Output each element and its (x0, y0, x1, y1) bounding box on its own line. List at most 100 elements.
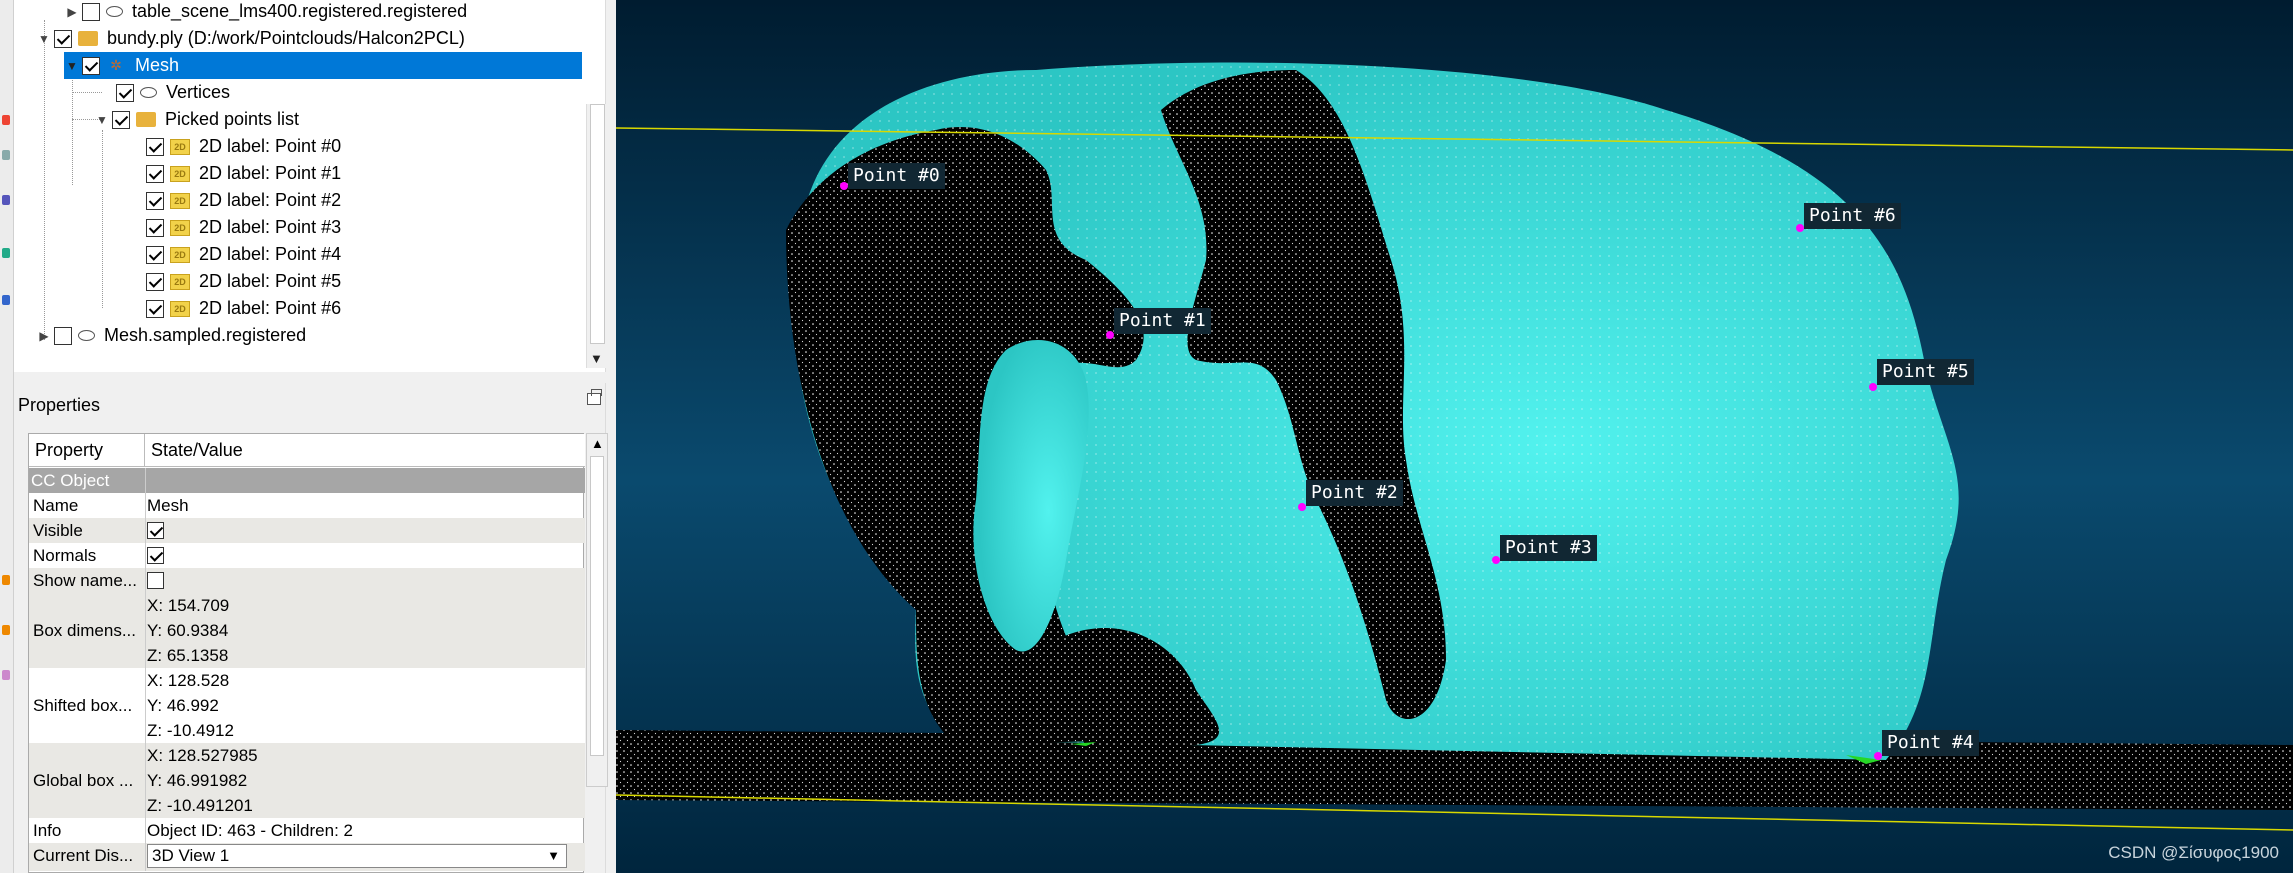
point-marker[interactable] (1298, 503, 1306, 511)
tree-item-point-label[interactable]: 2D 2D label: Point #6 (144, 295, 344, 322)
point-marker[interactable] (840, 182, 848, 190)
3d-viewport[interactable]: Point #0 Point #1 Point #2 Point #3 Poin… (616, 0, 2293, 873)
point-label[interactable]: Point #5 (1877, 359, 1974, 385)
shifted-x: X: 128.528 (147, 671, 230, 690)
point-marker[interactable] (1869, 383, 1877, 391)
property-row-box-dimensions: Box dimens... X: 154.709 Y: 60.9384 Z: 6… (29, 593, 585, 668)
properties-scrollbar[interactable]: ▲ (586, 433, 608, 787)
property-key: Info (33, 821, 62, 840)
visibility-checkbox[interactable] (146, 299, 164, 318)
toolbar-tool-icon[interactable] (2, 625, 10, 635)
property-row-name[interactable]: Name Mesh (29, 493, 585, 518)
visibility-checkbox[interactable] (54, 326, 72, 345)
folder-icon (78, 31, 98, 46)
tree-item-table-scene[interactable]: ▶ table_scene_lms400.registered.register… (64, 0, 470, 25)
normals-checkbox[interactable] (147, 547, 164, 564)
scroll-up-icon[interactable]: ▲ (591, 436, 604, 451)
tree-item-label: 2D label: Point #2 (199, 190, 342, 210)
point-marker[interactable] (1492, 556, 1500, 564)
left-toolbar[interactable] (0, 0, 14, 873)
visible-checkbox[interactable] (147, 522, 164, 539)
expand-arrow-icon[interactable]: ▶ (36, 329, 52, 343)
tree-item-label: Mesh.sampled.registered (104, 325, 307, 345)
column-header-property[interactable]: Property (29, 434, 145, 467)
tree-item-bundy-ply[interactable]: ▼ bundy.ply (D:/work/Pointclouds/Halcon2… (36, 25, 468, 52)
property-row-global-box: Global box ... X: 128.527985 Y: 46.99198… (29, 743, 585, 818)
visibility-checkbox[interactable] (146, 218, 164, 237)
point-marker[interactable] (1796, 224, 1804, 232)
visibility-checkbox[interactable] (116, 83, 134, 102)
global-y: Y: 46.991982 (147, 771, 248, 790)
scrollbar-thumb[interactable] (590, 104, 605, 344)
point-label[interactable]: Point #1 (1114, 308, 1211, 334)
collapse-arrow-icon[interactable]: ▼ (64, 59, 80, 73)
tree-item-point-label[interactable]: 2D 2D label: Point #2 (144, 187, 344, 214)
toolbar-tool-icon[interactable] (2, 575, 10, 585)
tree-item-point-label[interactable]: 2D 2D label: Point #5 (144, 268, 344, 295)
tree-item-mesh[interactable]: ▼ ✲ Mesh (64, 52, 582, 79)
tree-item-point-label[interactable]: 2D 2D label: Point #0 (144, 133, 344, 160)
column-header-value[interactable]: State/Value (145, 434, 585, 467)
property-row-normals[interactable]: Normals (29, 543, 585, 568)
tree-item-vertices[interactable]: Vertices (114, 79, 233, 106)
property-key: Visible (33, 521, 83, 540)
section-cc-object: CC Object (29, 468, 585, 493)
toolbar-tool-icon[interactable] (2, 115, 10, 125)
visibility-checkbox[interactable] (146, 272, 164, 291)
toolbar-tool-icon[interactable] (2, 150, 10, 160)
point-marker[interactable] (1874, 752, 1882, 760)
folder-icon (136, 112, 156, 127)
expand-arrow-icon[interactable]: ▶ (64, 5, 80, 19)
visibility-checkbox[interactable] (146, 137, 164, 156)
current-display-select[interactable]: 3D View 1 ▼ (147, 844, 567, 868)
property-key: Global box ... (33, 771, 134, 790)
point-marker[interactable] (1106, 331, 1114, 339)
visibility-checkbox[interactable] (146, 191, 164, 210)
visibility-checkbox[interactable] (82, 56, 100, 75)
point-label[interactable]: Point #6 (1804, 203, 1901, 229)
collapse-arrow-icon[interactable]: ▼ (94, 113, 110, 127)
tree-item-label: Mesh (132, 53, 183, 78)
undock-icon[interactable] (587, 389, 602, 405)
label-icon: 2D (170, 165, 190, 182)
property-row-visible[interactable]: Visible (29, 518, 585, 543)
tree-item-point-label[interactable]: 2D 2D label: Point #1 (144, 160, 344, 187)
tree-item-picked-points[interactable]: ▼ Picked points list (94, 106, 302, 133)
watermark: CSDN @Σίσυφος1900 (2108, 843, 2279, 862)
chevron-down-icon[interactable]: ▼ (547, 845, 560, 867)
property-row-current-display[interactable]: Current Dis... 3D View 1 ▼ (29, 843, 585, 871)
point-label[interactable]: Point #4 (1882, 730, 1979, 756)
toolbar-tool-icon[interactable] (2, 248, 10, 258)
tree-item-mesh-sampled[interactable]: ▶ Mesh.sampled.registered (36, 322, 309, 349)
point-label[interactable]: Point #2 (1306, 480, 1403, 506)
property-value: Object ID: 463 - Children: 2 (147, 821, 353, 840)
scrollbar-thumb[interactable] (590, 456, 604, 756)
toolbar-tool-icon[interactable] (2, 195, 10, 205)
toolbar-tool-icon[interactable] (2, 670, 10, 680)
property-row-show-name[interactable]: Show name... (29, 568, 585, 593)
tree-item-point-label[interactable]: 2D 2D label: Point #3 (144, 214, 344, 241)
visibility-checkbox[interactable] (54, 29, 72, 48)
section-label: CC Object (31, 471, 110, 490)
visibility-checkbox[interactable] (82, 2, 100, 21)
point-label[interactable]: Point #0 (848, 163, 945, 189)
box-x: X: 154.709 (147, 596, 230, 615)
point-label[interactable]: Point #3 (1500, 535, 1597, 561)
cloudcompare-window: ▶ table_scene_lms400.registered.register… (0, 0, 2293, 873)
cloud-icon (140, 87, 157, 98)
toolbar-tool-icon[interactable] (2, 295, 10, 305)
tree-item-label: 2D label: Point #1 (199, 163, 342, 183)
property-value[interactable]: Mesh (147, 493, 189, 518)
visibility-checkbox[interactable] (146, 245, 164, 264)
tree-scrollbar[interactable]: ▼ (586, 104, 608, 368)
tree-item-label: 2D label: Point #0 (199, 136, 342, 156)
visibility-checkbox[interactable] (112, 110, 130, 129)
tree-item-point-label[interactable]: 2D 2D label: Point #4 (144, 241, 344, 268)
shifted-z: Z: -10.4912 (147, 721, 234, 740)
collapse-arrow-icon[interactable]: ▼ (36, 32, 52, 46)
show-name-checkbox[interactable] (147, 572, 164, 589)
scroll-down-icon[interactable]: ▼ (590, 351, 603, 366)
label-icon: 2D (170, 300, 190, 317)
visibility-checkbox[interactable] (146, 164, 164, 183)
tree-item-label: Vertices (166, 82, 231, 102)
